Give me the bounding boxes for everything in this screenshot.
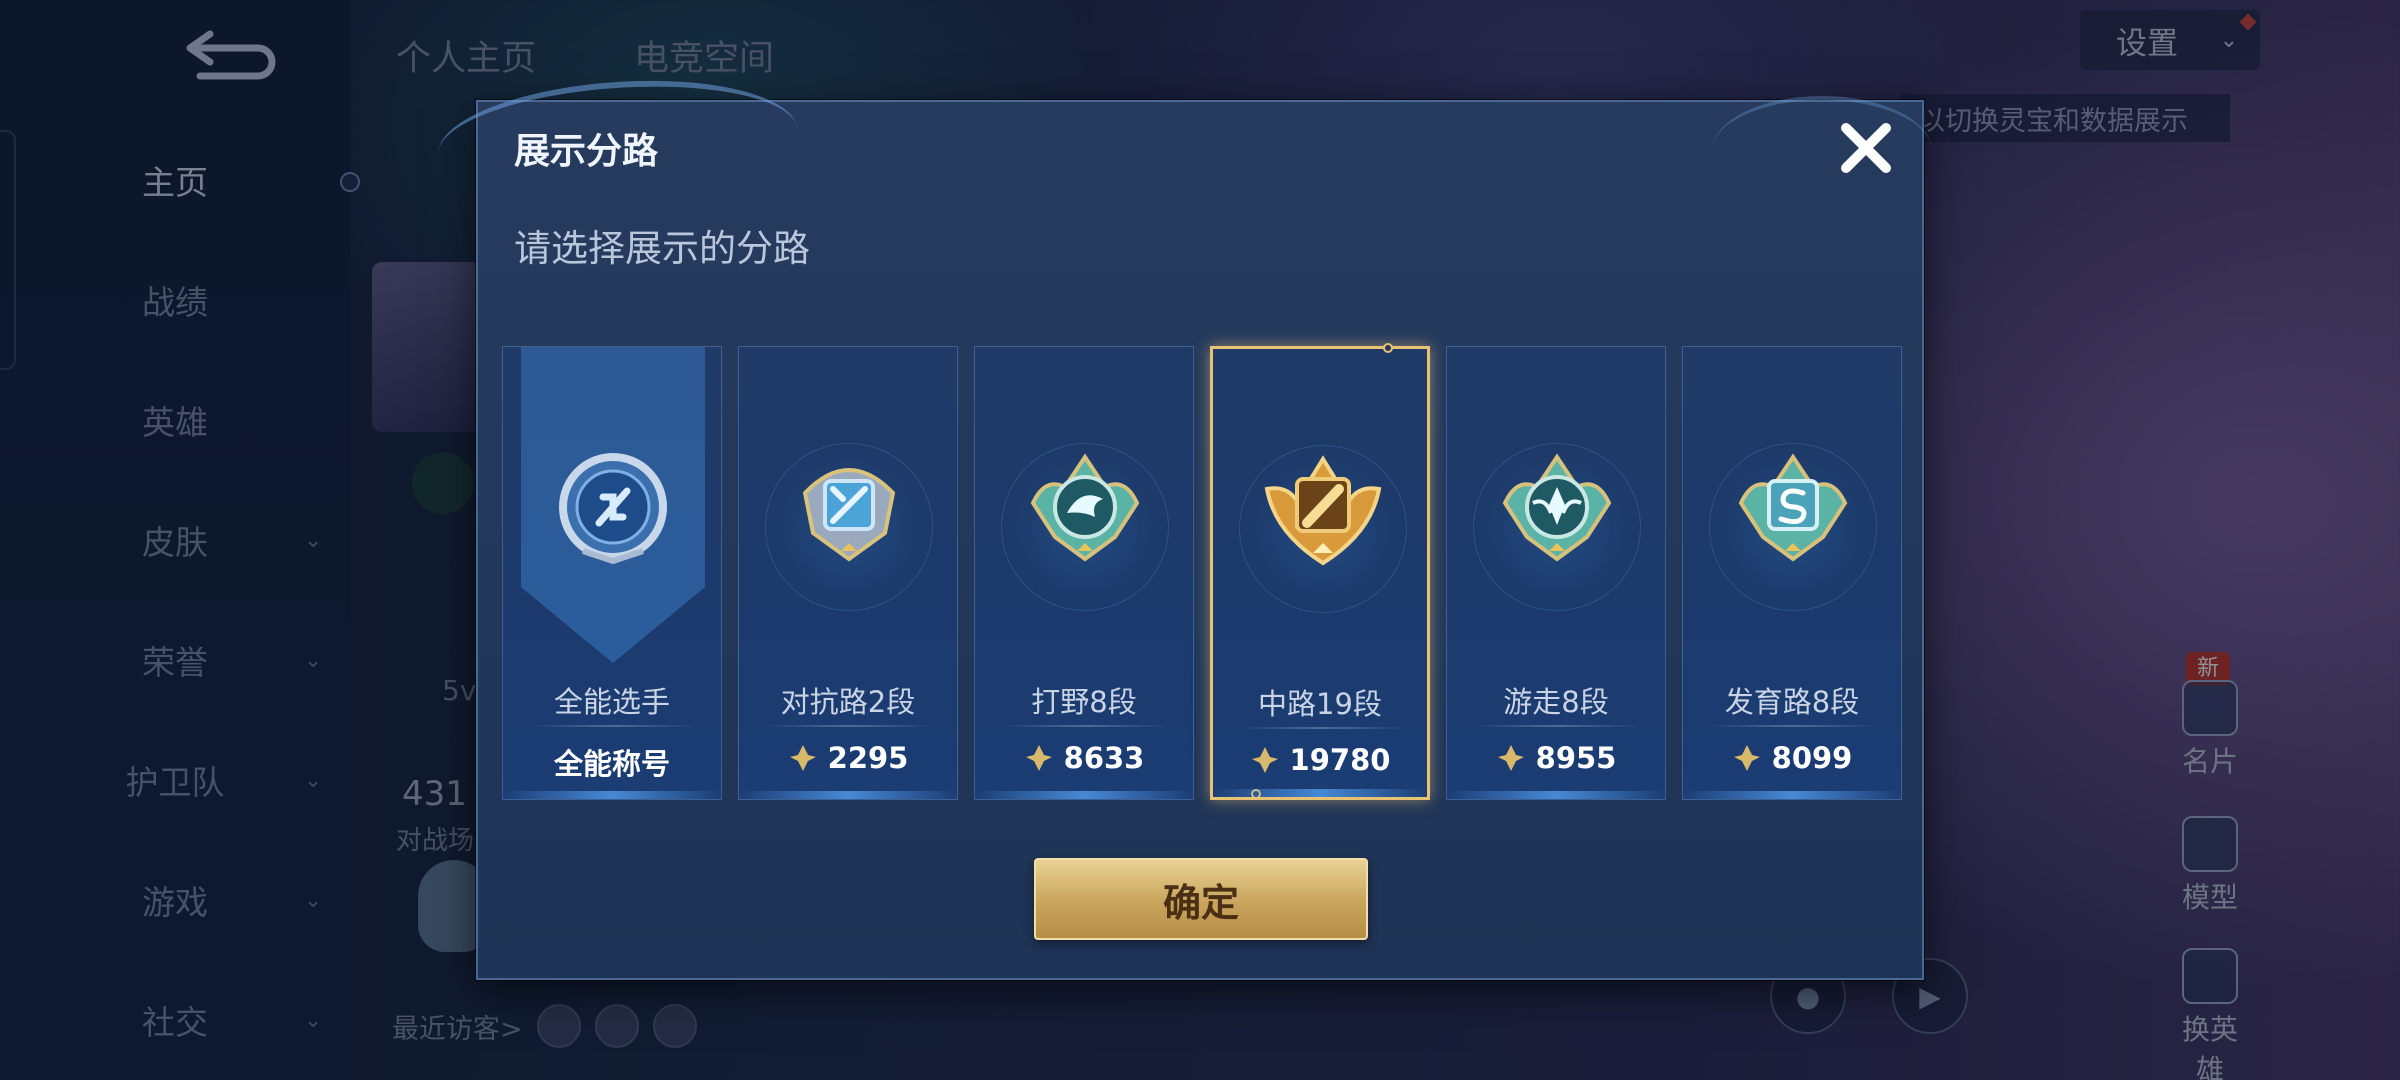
dialog-title: 展示分路 <box>514 131 659 172</box>
card-value-text: 8099 <box>1771 741 1853 775</box>
card-label: 发育路8段 <box>1724 685 1860 719</box>
card-value-text: 19780 <box>1289 743 1391 777</box>
card-value: 全能称号 <box>503 741 721 783</box>
lane-card-mid[interactable]: 中路19段 19780 <box>1210 343 1430 800</box>
clash-lane-medal-icon <box>802 468 896 562</box>
mid-lane-medal-icon <box>1264 455 1382 566</box>
farm-lane-medal-icon <box>1738 453 1848 562</box>
lane-card-farm[interactable]: 发育路8段 8099 <box>1682 346 1902 800</box>
card-label: 中路19段 <box>1258 687 1382 721</box>
lane-card-roam[interactable]: 游走8段 8955 <box>1446 346 1666 800</box>
card-divider <box>527 725 699 727</box>
card-value: 8633 <box>975 741 1193 775</box>
card-divider <box>1471 725 1643 727</box>
lane-card-list: 全能选手 全能称号 对抗路2段 2295 打野8段 8633 中路19段 197… <box>502 343 1902 800</box>
card-value-text: 全能称号 <box>553 747 670 781</box>
rank-points-icon <box>1251 747 1278 773</box>
close-icon <box>1841 123 1891 173</box>
card-value: 8955 <box>1447 741 1665 775</box>
card-divider <box>763 725 935 727</box>
selection-corner <box>1383 343 1393 353</box>
card-glow <box>1447 791 1665 799</box>
card-value-text: 2295 <box>827 741 909 775</box>
card-glow <box>503 791 721 799</box>
card-value: 8099 <box>1683 741 1901 775</box>
roam-medal-icon <box>1502 453 1612 562</box>
card-divider <box>1707 725 1879 727</box>
card-glow <box>1213 789 1427 797</box>
lane-card-jungle[interactable]: 打野8段 8633 <box>974 346 1194 800</box>
close-button[interactable] <box>1832 114 1900 182</box>
dialog-subtitle: 请选择展示的分路 <box>514 227 810 270</box>
card-value-text: 8955 <box>1535 741 1617 775</box>
card-label: 打野8段 <box>1031 685 1137 719</box>
card-value: 2295 <box>739 741 957 775</box>
card-glow <box>739 791 957 799</box>
rank-points-icon <box>1497 745 1524 771</box>
lane-select-dialog: 展示分路 请选择展示的分路 全能选手 全能称号 对抗路2段 2295 打野8段 … <box>434 69 1932 980</box>
card-label: 全能选手 <box>553 685 670 719</box>
card-glow <box>975 791 1193 799</box>
rank-points-icon <box>1025 745 1052 771</box>
card-label: 对抗路2段 <box>780 685 916 719</box>
card-glow <box>1683 791 1901 799</box>
card-label: 游走8段 <box>1503 685 1609 719</box>
card-value-text: 8633 <box>1063 741 1145 775</box>
confirm-button[interactable]: 确定 <box>1034 858 1368 940</box>
lane-card-clash[interactable]: 对抗路2段 2295 <box>738 346 958 800</box>
rank-points-icon <box>789 745 816 771</box>
lane-card-all-round[interactable]: 全能选手 全能称号 <box>502 346 722 800</box>
jungle-medal-icon <box>1030 453 1140 562</box>
all-round-medal-icon <box>559 453 667 565</box>
rank-points-icon <box>1733 745 1760 771</box>
card-value: 19780 <box>1213 743 1427 777</box>
card-divider <box>999 725 1171 727</box>
card-divider <box>1237 727 1409 729</box>
